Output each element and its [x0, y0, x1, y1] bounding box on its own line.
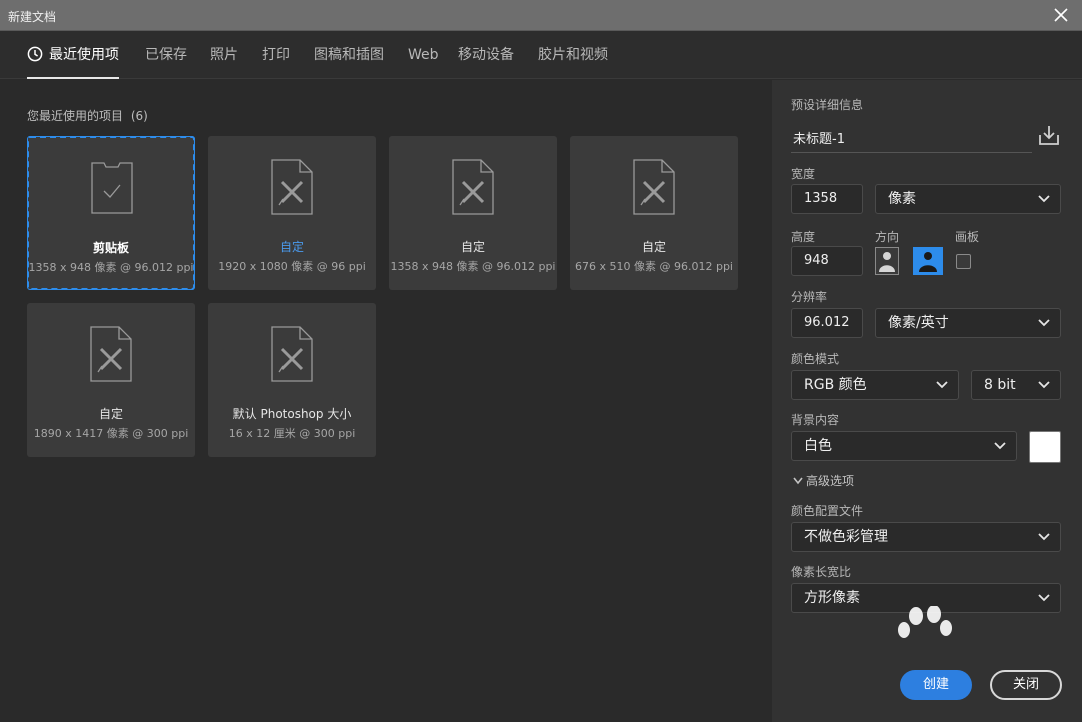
document-name-underline — [791, 152, 1032, 153]
width-label: 宽度 — [791, 167, 816, 181]
item-name: 自定 — [641, 240, 666, 254]
background-value: 白色 — [804, 438, 832, 454]
width-unit-select[interactable]: 像素 — [875, 184, 1061, 214]
item-size: 1890 x 1417 像素 @ 300 ppi — [33, 427, 189, 440]
pixel-aspect-value: 方形像素 — [804, 590, 860, 606]
chevron-down-icon — [1038, 533, 1050, 541]
recent-item-custom[interactable]: 自定 1920 x 1080 像素 @ 96 ppi — [208, 136, 376, 290]
recent-heading: 您最近使用的项目 (6) — [27, 107, 148, 124]
item-name: 剪贴板 — [92, 241, 129, 255]
color-profile-value: 不做色彩管理 — [804, 529, 888, 545]
chevron-down-icon — [994, 442, 1006, 450]
chevron-down-icon — [1038, 195, 1050, 203]
recent-heading-text: 您最近使用的项目 — [27, 109, 124, 123]
color-mode-select[interactable]: RGB 颜色 — [791, 370, 959, 400]
recent-item-default-photoshop[interactable]: 默认 Photoshop 大小 16 x 12 厘米 @ 300 ppi — [208, 303, 376, 457]
chevron-down-icon — [793, 477, 803, 485]
tab-film-video[interactable]: 胶片和视频 — [538, 31, 608, 79]
tab-recent[interactable]: 最近使用项 — [27, 31, 119, 79]
clock-icon — [27, 46, 43, 61]
portrait-orientation-icon[interactable] — [875, 247, 899, 275]
tab-web[interactable]: Web — [408, 31, 439, 79]
resolution-label: 分辨率 — [791, 290, 828, 304]
item-name: 默认 Photoshop 大小 — [232, 407, 352, 421]
background-label: 背景内容 — [791, 413, 840, 427]
save-preset-icon[interactable] — [1037, 123, 1061, 147]
color-mode-label: 颜色模式 — [791, 352, 840, 366]
document-tools-icon — [90, 326, 132, 382]
recent-item-clipboard[interactable]: 剪贴板 1358 x 948 像素 @ 96.012 ppi — [27, 136, 195, 290]
recent-item-custom[interactable]: 自定 676 x 510 像素 @ 96.012 ppi — [570, 136, 738, 290]
title-bar: 新建文档 — [0, 0, 1082, 31]
document-tools-icon — [271, 159, 313, 215]
tab-art-illustration[interactable]: 图稿和插图 — [314, 31, 384, 79]
color-mode-value: RGB 颜色 — [804, 377, 867, 393]
recent-item-custom[interactable]: 自定 1358 x 948 像素 @ 96.012 ppi — [389, 136, 557, 290]
resolution-unit-select[interactable]: 像素/英寸 — [875, 308, 1061, 338]
close-icon[interactable] — [1054, 4, 1072, 26]
tab-print[interactable]: 打印 — [262, 31, 290, 79]
item-size: 1920 x 1080 像素 @ 96 ppi — [218, 260, 366, 273]
height-input[interactable]: 948 — [791, 246, 863, 276]
tab-saved[interactable]: 已保存 — [145, 31, 187, 79]
document-name-field[interactable]: 未标题-1 — [793, 128, 845, 147]
document-tools-icon — [452, 159, 494, 215]
document-tools-icon — [633, 159, 675, 215]
tab-photo[interactable]: 照片 — [210, 31, 238, 79]
item-name: 自定 — [279, 240, 304, 254]
resolution-input[interactable]: 96.012 — [791, 308, 863, 338]
chevron-down-icon — [1038, 381, 1050, 389]
orientation-label: 方向 — [875, 230, 900, 244]
window-title: 新建文档 — [8, 10, 57, 24]
advanced-options-label: 高级选项 — [806, 474, 855, 488]
advanced-options-toggle[interactable]: 高级选项 — [793, 472, 854, 489]
item-size: 16 x 12 厘米 @ 300 ppi — [228, 427, 356, 440]
chevron-down-icon — [1038, 319, 1050, 327]
pixel-aspect-label: 像素长宽比 — [791, 565, 852, 579]
bit-depth-value: 8 bit — [984, 377, 1016, 393]
artboard-checkbox[interactable] — [956, 254, 971, 269]
item-size: 1358 x 948 像素 @ 96.012 ppi — [390, 260, 556, 273]
item-name: 自定 — [98, 407, 123, 421]
category-tabs: 最近使用项 已保存 照片 打印 图稿和插图 Web 移动设备 胶片和视频 — [0, 31, 1082, 79]
background-color-swatch[interactable] — [1029, 431, 1061, 463]
tab-label: 最近使用项 — [49, 47, 119, 63]
preset-heading: 预设详细信息 — [791, 98, 864, 112]
document-tools-icon — [271, 326, 313, 382]
recent-count: (6) — [130, 109, 148, 123]
width-input[interactable]: 1358 — [791, 184, 863, 214]
chevron-down-icon — [1038, 594, 1050, 602]
resolution-unit-value: 像素/英寸 — [888, 315, 949, 331]
width-unit-value: 像素 — [888, 191, 916, 207]
height-label: 高度 — [791, 230, 816, 244]
color-profile-select[interactable]: 不做色彩管理 — [791, 522, 1061, 552]
preset-details-panel — [772, 80, 1082, 722]
close-button[interactable]: 关闭 — [990, 670, 1062, 700]
background-select[interactable]: 白色 — [791, 431, 1017, 461]
recent-item-custom[interactable]: 自定 1890 x 1417 像素 @ 300 ppi — [27, 303, 195, 457]
artboard-label: 画板 — [955, 230, 980, 244]
color-profile-label: 颜色配置文件 — [791, 504, 864, 518]
chevron-down-icon — [936, 381, 948, 389]
create-button[interactable]: 创建 — [900, 670, 972, 700]
bit-depth-select[interactable]: 8 bit — [971, 370, 1061, 400]
item-size: 676 x 510 像素 @ 96.012 ppi — [575, 260, 733, 273]
pixel-aspect-select[interactable]: 方形像素 — [791, 583, 1061, 613]
clipboard-icon — [91, 162, 133, 214]
item-size: 1358 x 948 像素 @ 96.012 ppi — [28, 261, 194, 274]
item-name: 自定 — [460, 240, 485, 254]
tab-mobile[interactable]: 移动设备 — [458, 31, 514, 79]
landscape-orientation-icon[interactable] — [913, 247, 943, 275]
